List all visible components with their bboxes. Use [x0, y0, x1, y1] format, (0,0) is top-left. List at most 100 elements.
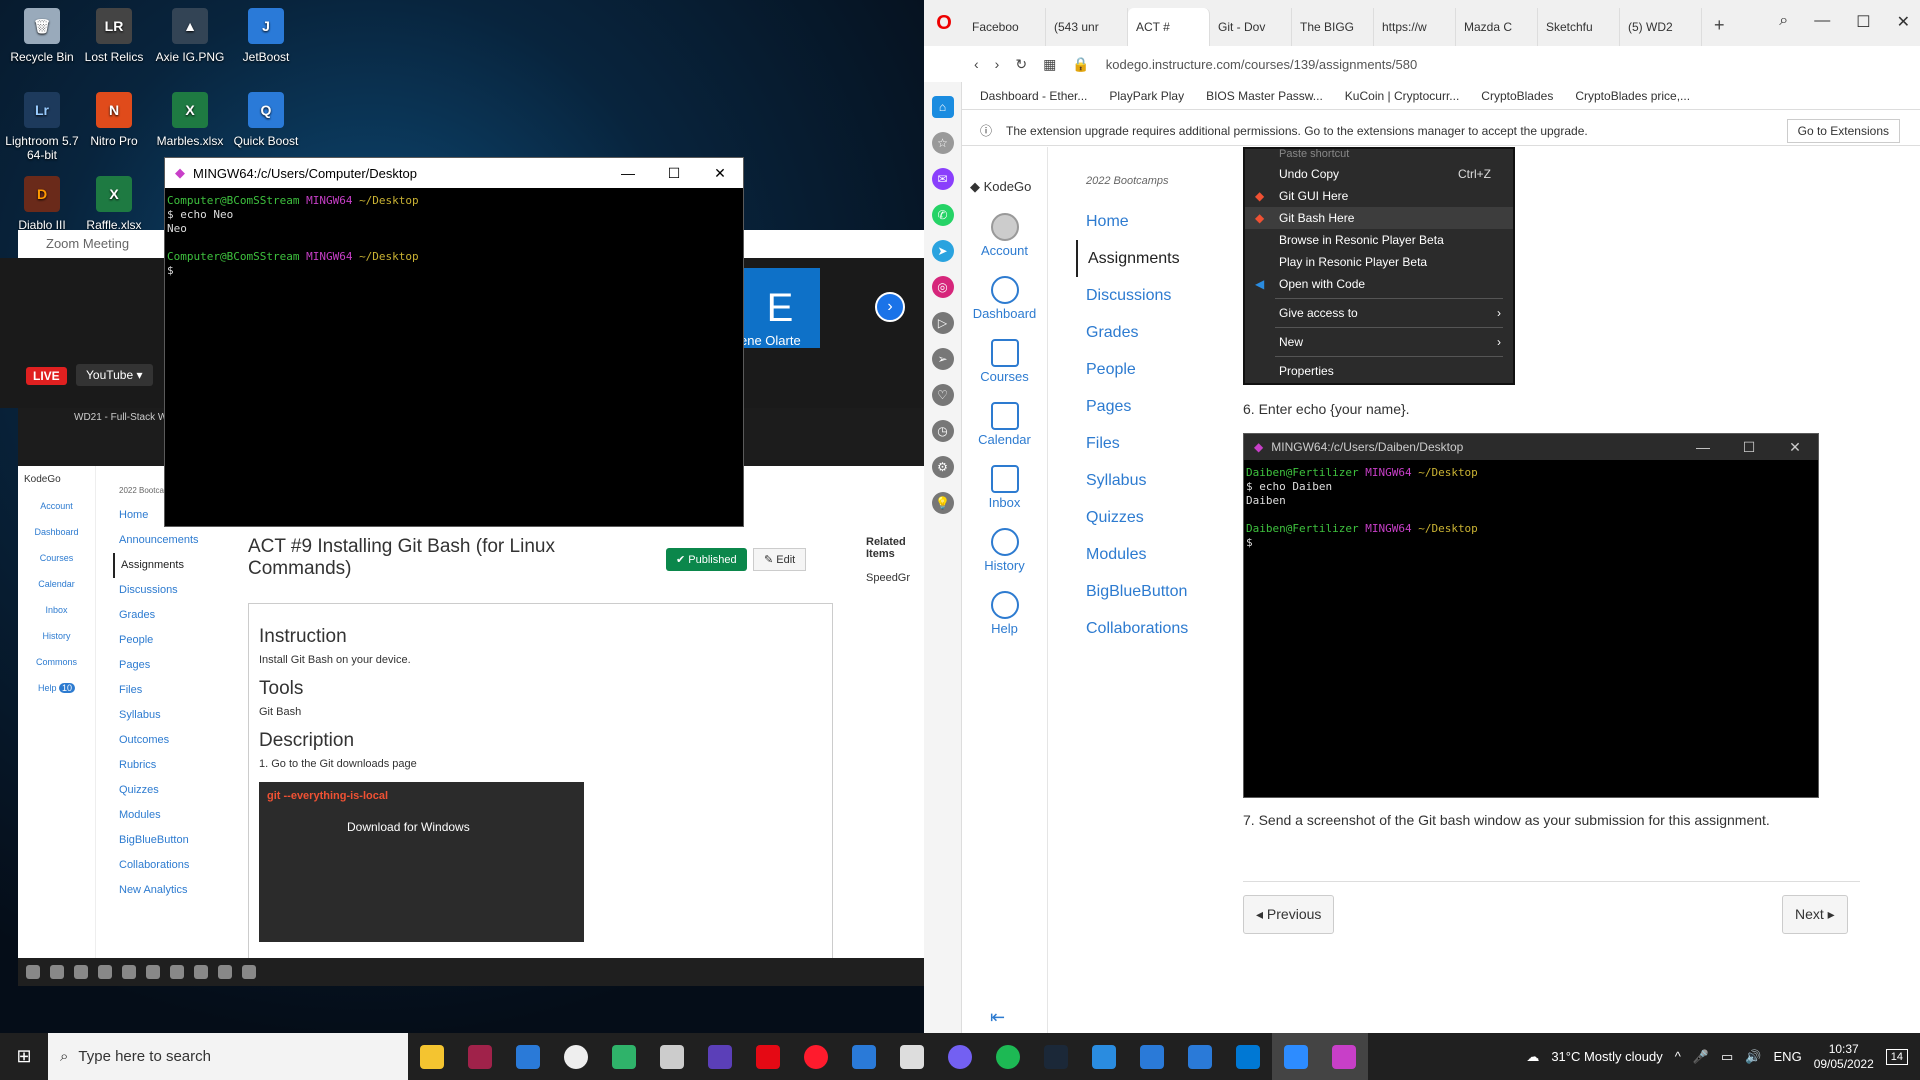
instagram-icon[interactable]: ◎ [931, 276, 954, 298]
spotify-icon[interactable] [984, 1033, 1032, 1080]
tab-wd2[interactable]: (5) WD2 [1620, 8, 1702, 46]
app-icon[interactable] [696, 1033, 744, 1080]
shared-link-assignments[interactable]: Assignments [113, 553, 233, 578]
shared-nav-history[interactable]: History [18, 631, 95, 641]
maximize-button[interactable]: ☐ [651, 165, 697, 182]
file-explorer-icon[interactable] [408, 1033, 456, 1080]
terminal-title-bar[interactable]: ◆ MINGW64:/c/Users/Computer/Desktop — ☐ ✕ [165, 158, 743, 188]
next-button[interactable]: Next ▸ [1782, 895, 1848, 934]
shared-link-pages[interactable]: Pages [113, 653, 233, 678]
nav-courses[interactable]: Courses [962, 339, 1047, 384]
notification-badge[interactable]: 14 [1885, 1048, 1908, 1065]
next-page-button[interactable]: › [875, 292, 905, 322]
close-button[interactable]: ✕ [697, 165, 743, 182]
app-icon[interactable] [552, 1033, 600, 1080]
course-link-syllabus[interactable]: Syllabus [1076, 462, 1216, 499]
course-link-home[interactable]: Home [1076, 203, 1216, 240]
shared-link-modules[interactable]: Modules [113, 803, 233, 828]
messenger-icon[interactable]: ✉ [931, 168, 954, 190]
desktop-icon-raffle[interactable]: X Raffle.xlsx [72, 176, 156, 232]
back-icon[interactable]: ‹ [974, 56, 979, 72]
course-link-people[interactable]: People [1076, 351, 1216, 388]
nav-dashboard[interactable]: Dashboard [962, 276, 1047, 321]
app-icon[interactable] [456, 1033, 504, 1080]
shared-link-files[interactable]: Files [113, 678, 233, 703]
player-icon[interactable]: ▷ [931, 312, 954, 334]
tab-web[interactable]: https://w [1374, 8, 1456, 46]
course-link-modules[interactable]: Modules [1076, 536, 1216, 573]
language-indicator[interactable]: ENG [1774, 1049, 1802, 1064]
opera-logo-icon[interactable]: O [924, 0, 964, 46]
tab-mail[interactable]: (543 unr [1046, 8, 1128, 46]
tab-youtube[interactable]: The BIGG [1292, 8, 1374, 46]
course-link-assignments[interactable]: Assignments [1076, 240, 1216, 277]
new-tab-button[interactable]: + [1702, 15, 1737, 46]
nav-account[interactable]: Account [962, 213, 1047, 258]
star-icon[interactable]: ☆ [931, 132, 954, 154]
app-icon[interactable] [600, 1033, 648, 1080]
course-link-pages[interactable]: Pages [1076, 388, 1216, 425]
kodego-logo[interactable]: ◆ KodeGo [970, 179, 1047, 195]
course-link-files[interactable]: Files [1076, 425, 1216, 462]
vscode-icon[interactable] [1080, 1033, 1128, 1080]
heart-icon[interactable]: ♡ [931, 384, 954, 406]
home-icon[interactable]: ⌂ [931, 96, 954, 118]
windows-start-icon[interactable]: ⊞ [0, 1046, 48, 1067]
app-icon[interactable] [1128, 1033, 1176, 1080]
netflix-icon[interactable] [744, 1033, 792, 1080]
bookmark-playpark[interactable]: PlayPark Play [1109, 89, 1184, 103]
chevron-up-icon[interactable]: ^ [1675, 1049, 1681, 1064]
search-tabs-icon[interactable]: ⌕ [1779, 12, 1788, 32]
shared-nav-inbox[interactable]: Inbox [18, 605, 95, 615]
lightbulb-icon[interactable]: 💡 [931, 492, 954, 514]
shared-link-grades[interactable]: Grades [113, 603, 233, 628]
tab-act[interactable]: ACT # [1128, 8, 1210, 46]
speedgrader-link[interactable]: SpeedGr [866, 572, 924, 584]
reload-icon[interactable]: ↻ [1015, 56, 1027, 73]
network-icon[interactable]: ▭ [1721, 1049, 1733, 1065]
shared-link-rubrics[interactable]: Rubrics [113, 753, 233, 778]
shared-nav-account[interactable]: Account [18, 501, 95, 511]
course-link-collaborations[interactable]: Collaborations [1076, 610, 1216, 647]
opera-icon[interactable] [792, 1033, 840, 1080]
close-button[interactable]: ✕ [1897, 12, 1910, 32]
edit-button[interactable]: ✎ Edit [753, 548, 807, 571]
forward-icon[interactable]: › [995, 56, 1000, 72]
tab-facebook[interactable]: Faceboo [964, 8, 1046, 46]
url-field[interactable]: kodego.instructure.com/courses/139/assig… [1106, 57, 1417, 72]
step1-text[interactable]: 1. Go to the Git downloads page [259, 758, 822, 770]
mail-icon[interactable] [1224, 1033, 1272, 1080]
telegram-icon[interactable]: ➤ [931, 240, 954, 262]
tabs-grid-icon[interactable]: ▦ [1043, 56, 1056, 73]
course-link-bigbluebutton[interactable]: BigBlueButton [1076, 573, 1216, 610]
minimize-button[interactable]: — [605, 165, 651, 182]
shared-link-new-analytics[interactable]: New Analytics [113, 878, 233, 903]
tab-mazda[interactable]: Mazda C [1456, 8, 1538, 46]
published-button[interactable]: ✔ Published [666, 548, 747, 571]
shared-link-people[interactable]: People [113, 628, 233, 653]
git-bash-window[interactable]: ◆ MINGW64:/c/Users/Computer/Desktop — ☐ ✕ … [164, 157, 744, 527]
desktop-icon-nitro[interactable]: N Nitro Pro [72, 92, 156, 148]
shared-link-announcements[interactable]: Announcements [113, 528, 233, 553]
shared-link-discussions[interactable]: Discussions [113, 578, 233, 603]
desktop-icon-jetboost[interactable]: J JetBoost [224, 8, 308, 64]
desktop-icon-axie[interactable]: ▲ Axie IG.PNG [148, 8, 232, 64]
desktop-icon-quickboost[interactable]: Q Quick Boost [224, 92, 308, 148]
app-icon[interactable] [1176, 1033, 1224, 1080]
shared-nav-courses[interactable]: Courses [18, 553, 95, 563]
shared-link-collaborations[interactable]: Collaborations [113, 853, 233, 878]
nav-help[interactable]: Help [962, 591, 1047, 636]
weather-text[interactable]: 31°C Mostly cloudy [1551, 1049, 1662, 1064]
nav-history[interactable]: History [962, 528, 1047, 573]
shared-nav-dashboard[interactable]: Dashboard [18, 527, 95, 537]
course-link-quizzes[interactable]: Quizzes [1076, 499, 1216, 536]
go-to-extensions-button[interactable]: Go to Extensions [1786, 119, 1900, 143]
desktop-icon-lost-relics[interactable]: LR Lost Relics [72, 8, 156, 64]
history-icon[interactable]: ◷ [931, 420, 954, 442]
app-icon[interactable] [504, 1033, 552, 1080]
app-icon[interactable] [648, 1033, 696, 1080]
shared-link-outcomes[interactable]: Outcomes [113, 728, 233, 753]
tab-sketchfab[interactable]: Sketchfu [1538, 8, 1620, 46]
course-link-discussions[interactable]: Discussions [1076, 277, 1216, 314]
shared-nav-calendar[interactable]: Calendar [18, 579, 95, 589]
